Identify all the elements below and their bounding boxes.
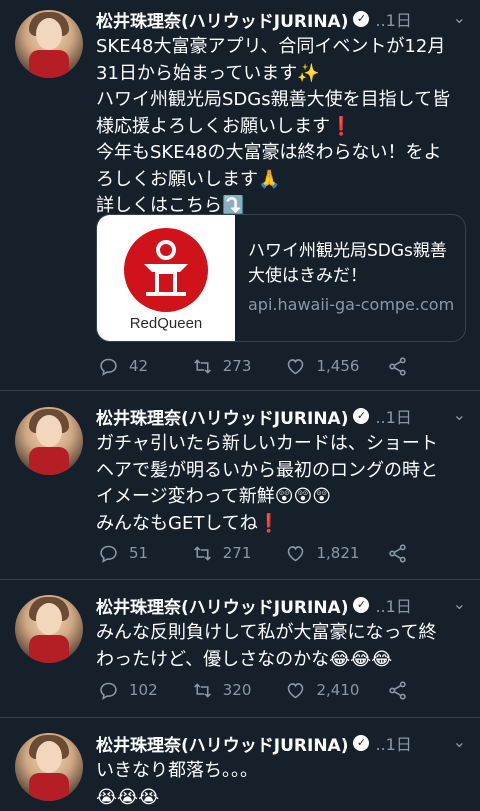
author-name[interactable]: 松井珠理奈(ハリウッドJURINA)	[96, 404, 348, 429]
retweet-button[interactable]: 271	[192, 543, 286, 564]
retweet-button[interactable]: 273	[192, 356, 286, 377]
tweet-actions: 51 271 1,821	[98, 541, 418, 565]
card-domain: api.hawaii-ga-compe.com	[248, 295, 454, 314]
tweet-header: 松井珠理奈(ハリウッドJURINA) ✓ ..1日 ⌄	[96, 403, 466, 429]
verified-badge-icon: ✓	[353, 597, 369, 613]
tweet-line: ハワイ州観光局SDGs親善大使を目指して皆	[96, 87, 466, 114]
timestamp: ..1日	[375, 404, 411, 428]
card-text: ハワイ州観光局SDGs親善 大使はきみだ！ api.hawaii-ga-comp…	[235, 215, 464, 341]
retweet-icon	[192, 680, 213, 701]
heart-icon	[285, 543, 306, 564]
tweet-line: みんなもGETしてね❗	[96, 511, 466, 538]
retweet-icon	[192, 543, 213, 564]
tweet-actions: 42 273 1,456	[98, 354, 418, 378]
reply-button[interactable]: 102	[98, 680, 192, 701]
author-name[interactable]: 松井珠理奈(ハリウッドJURINA)	[96, 593, 348, 618]
tweet[interactable]: 松井珠理奈(ハリウッドJURINA) ✓ ..1日 ⌄ いきなり都落ち。。。 😭…	[0, 718, 480, 809]
verified-badge-icon: ✓	[353, 735, 369, 751]
tweet-line: ろしくお願いします🙏	[96, 167, 466, 194]
verified-badge-icon: ✓	[353, 11, 369, 27]
tweet-header: 松井珠理奈(ハリウッドJURINA) ✓ ..1日 ⌄	[96, 592, 466, 618]
tweet[interactable]: 松井珠理奈(ハリウッドJURINA) ✓ ..1日 ⌄ SKE48大富豪アプリ、…	[0, 0, 480, 391]
reply-button[interactable]: 51	[98, 543, 192, 564]
tweet-line: 今年もSKE48の大富豪は終わらない！をよ	[96, 140, 466, 167]
timestamp: ..1日	[375, 593, 411, 617]
tweet-line: 31日から始まっています✨	[96, 61, 466, 88]
card-title: 大使はきみだ！	[248, 264, 454, 289]
like-button[interactable]: 1,821	[285, 543, 387, 564]
tweet-text: いきなり都落ち。。。 😭😭😭	[96, 758, 466, 811]
retweet-icon	[192, 356, 213, 377]
author-name[interactable]: 松井珠理奈(ハリウッドJURINA)	[96, 7, 348, 32]
heart-icon	[285, 680, 306, 701]
card-title: ハワイ州観光局SDGs親善	[248, 239, 454, 264]
tweet-line: いきなり都落ち。。。	[96, 758, 466, 785]
retweet-count: 320	[223, 681, 252, 699]
tweet-line: わったけど、優しさなのかな😂😂😂	[96, 647, 466, 674]
share-icon	[387, 543, 408, 564]
chevron-down-icon[interactable]: ⌄	[453, 732, 466, 751]
retweet-button[interactable]: 320	[192, 680, 286, 701]
tweet-line: みんな反則負けして私が大富豪になって終	[96, 620, 466, 647]
tweet-text: みんな反則負けして私が大富豪になって終 わったけど、優しさなのかな😂😂😂	[96, 620, 466, 673]
reply-icon	[98, 680, 119, 701]
chevron-down-icon[interactable]: ⌄	[453, 594, 466, 613]
share-icon	[387, 680, 408, 701]
reply-icon	[98, 356, 119, 377]
retweet-count: 271	[223, 544, 252, 562]
share-button[interactable]	[387, 543, 418, 564]
tweet-header: 松井珠理奈(ハリウッドJURINA) ✓ ..1日 ⌄	[96, 730, 466, 756]
tweet[interactable]: 松井珠理奈(ハリウッドJURINA) ✓ ..1日 ⌄ みんな反則負けして私が大…	[0, 580, 480, 718]
share-icon	[387, 356, 408, 377]
heart-icon	[285, 356, 306, 377]
like-count: 1,821	[316, 544, 359, 562]
logo-text: RedQueen	[97, 315, 235, 332]
verified-badge-icon: ✓	[353, 408, 369, 424]
share-button[interactable]	[387, 680, 418, 701]
like-button[interactable]: 1,456	[285, 356, 387, 377]
tweet-text: SKE48大富豪アプリ、合同イベントが12月 31日から始まっています✨ ハワイ…	[96, 34, 466, 220]
tweet-header: 松井珠理奈(ハリウッドJURINA) ✓ ..1日 ⌄	[96, 6, 466, 32]
reply-count: 102	[129, 681, 158, 699]
tweet-line: 😭😭😭	[96, 785, 466, 811]
tweet-line: 様応援よろしくお願いします❗	[96, 114, 466, 141]
tweet-line: ヘアで髪が明るいから最初のロングの時と	[96, 458, 466, 485]
avatar[interactable]	[15, 733, 83, 801]
timestamp: ..1日	[375, 731, 411, 755]
avatar[interactable]	[15, 407, 83, 475]
tweet-text: ガチャ引いたら新しいカードは、ショート ヘアで髪が明るいから最初のロングの時と …	[96, 431, 466, 537]
tweet-line: SKE48大富豪アプリ、合同イベントが12月	[96, 34, 466, 61]
tweet-line: ガチャ引いたら新しいカードは、ショート	[96, 431, 466, 458]
chevron-down-icon[interactable]: ⌄	[453, 405, 466, 424]
reply-count: 51	[129, 544, 148, 562]
retweet-count: 273	[223, 357, 252, 375]
avatar[interactable]	[15, 10, 83, 78]
reply-count: 42	[129, 357, 148, 375]
chevron-down-icon[interactable]: ⌄	[453, 8, 466, 27]
avatar[interactable]	[15, 595, 83, 663]
author-name[interactable]: 松井珠理奈(ハリウッドJURINA)	[96, 731, 348, 756]
link-card[interactable]: RedQueen ハワイ州観光局SDGs親善 大使はきみだ！ api.hawai…	[96, 214, 466, 342]
share-button[interactable]	[387, 356, 418, 377]
like-count: 1,456	[316, 357, 359, 375]
redqueen-logo-icon	[124, 228, 208, 312]
tweet-line: イメージ変わって新鮮😲😲😲	[96, 484, 466, 511]
reply-icon	[98, 543, 119, 564]
reply-button[interactable]: 42	[98, 356, 192, 377]
timestamp: ..1日	[375, 7, 411, 31]
tweet-actions: 102 320 2,410	[98, 678, 418, 702]
card-thumbnail: RedQueen	[97, 215, 235, 341]
like-count: 2,410	[316, 681, 359, 699]
tweet[interactable]: 松井珠理奈(ハリウッドJURINA) ✓ ..1日 ⌄ ガチャ引いたら新しいカー…	[0, 391, 480, 580]
like-button[interactable]: 2,410	[285, 680, 387, 701]
